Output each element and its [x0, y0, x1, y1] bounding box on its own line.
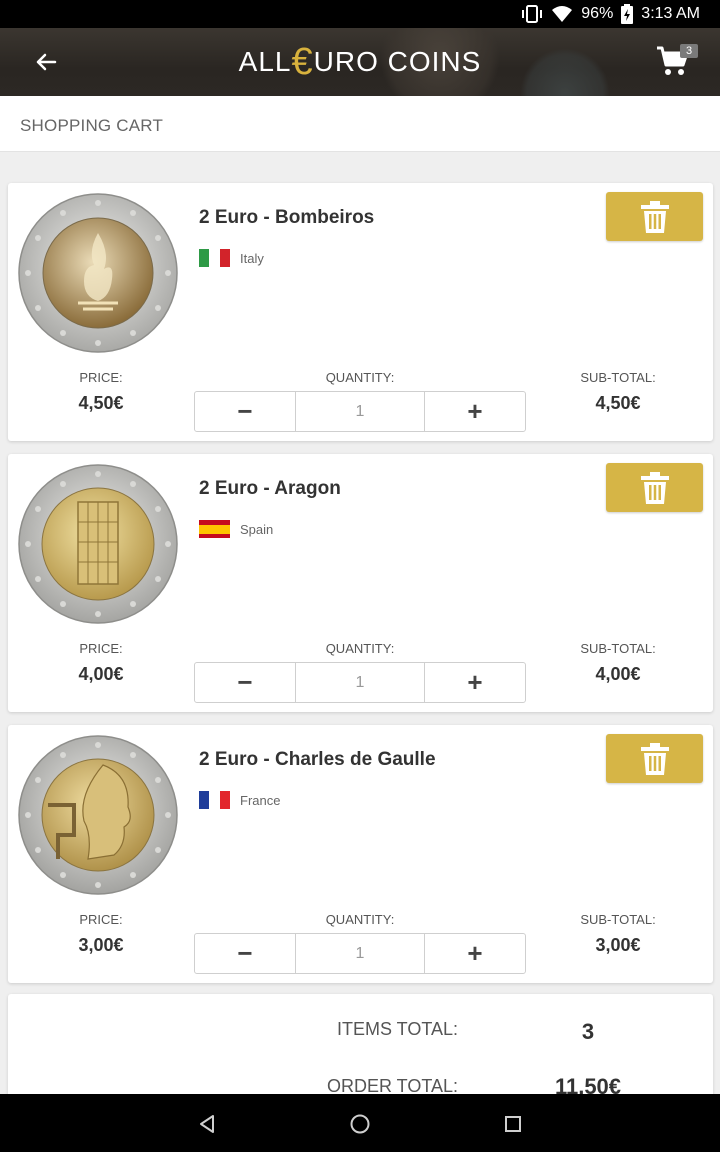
delete-item-button[interactable] — [606, 192, 703, 241]
quantity-input[interactable]: 1 — [295, 392, 425, 431]
clock: 3:13 AM — [641, 5, 700, 22]
item-country: France — [199, 791, 280, 809]
cart-item: 2 Euro - Bombeiros Italy PRICE: 4,50€ QU… — [8, 183, 713, 441]
items-total-label: ITEMS TOTAL: — [336, 1019, 458, 1039]
logo-text-prefix: ALL — [238, 46, 292, 77]
decrease-quantity-button[interactable]: − — [195, 392, 295, 431]
circle-home-icon — [350, 1114, 370, 1134]
item-country: Italy — [199, 249, 264, 267]
country-name: Spain — [240, 521, 274, 537]
cart-item: 2 Euro - Charles de Gaulle France PRICE:… — [8, 725, 713, 983]
app-logo: ALL€URO COINS — [0, 43, 720, 81]
quantity-label: QUANTITY: — [325, 912, 395, 927]
price-value: 4,00€ — [78, 664, 124, 684]
item-title[interactable]: 2 Euro - Bombeiros — [199, 207, 374, 229]
subtotal-value: 4,50€ — [595, 393, 641, 413]
increase-quantity-button[interactable]: + — [425, 392, 525, 431]
quantity-input[interactable]: 1 — [295, 663, 425, 702]
page-title: SHOPPING CART — [0, 96, 720, 152]
app-bar: ALL€URO COINS 3 — [0, 28, 720, 96]
system-navigation-bar — [0, 1094, 720, 1152]
decrease-quantity-button[interactable]: − — [195, 934, 295, 973]
cart-item: 2 Euro - Aragon Spain PRICE: 4,00€ QUANT… — [8, 454, 713, 712]
price-label: PRICE: — [79, 912, 123, 927]
nav-back-button[interactable] — [195, 1112, 219, 1136]
price-label: PRICE: — [79, 370, 123, 385]
increase-quantity-button[interactable]: + — [425, 663, 525, 702]
vibrate-icon — [521, 4, 543, 24]
delete-item-button[interactable] — [606, 734, 703, 783]
wifi-icon — [551, 5, 573, 23]
subtotal-label: SUB-TOTAL: — [580, 912, 656, 927]
country-name: France — [240, 792, 281, 808]
price-value: 3,00€ — [78, 935, 124, 955]
quantity-stepper: − 1 + — [194, 391, 526, 432]
quantity-label: QUANTITY: — [325, 641, 395, 656]
items-total-value: 3 — [581, 1019, 595, 1044]
subtotal-value: 4,00€ — [595, 664, 641, 684]
france-flag-icon — [199, 791, 230, 809]
trash-icon — [640, 742, 669, 775]
cart-count-badge: 3 — [680, 44, 698, 58]
logo-text-suffix: URO COINS — [313, 46, 482, 77]
subtotal-label: SUB-TOTAL: — [580, 370, 656, 385]
quantity-input[interactable]: 1 — [295, 934, 425, 973]
price-value: 4,50€ — [78, 393, 124, 413]
item-title[interactable]: 2 Euro - Charles de Gaulle — [199, 749, 436, 771]
decrease-quantity-button[interactable]: − — [195, 663, 295, 702]
item-title[interactable]: 2 Euro - Aragon — [199, 478, 341, 500]
increase-quantity-button[interactable]: + — [425, 934, 525, 973]
item-country: Spain — [199, 520, 273, 538]
nav-home-button[interactable] — [348, 1112, 372, 1136]
quantity-label: QUANTITY: — [325, 370, 395, 385]
trash-icon — [640, 200, 669, 233]
triangle-back-icon — [200, 1115, 214, 1133]
country-name: Italy — [240, 250, 264, 266]
subtotal-label: SUB-TOTAL: — [580, 641, 656, 656]
quantity-stepper: − 1 + — [194, 933, 526, 974]
price-label: PRICE: — [79, 641, 123, 656]
italy-flag-icon — [199, 249, 230, 267]
delete-item-button[interactable] — [606, 463, 703, 512]
coin-image — [18, 735, 178, 895]
nav-recents-button[interactable] — [501, 1112, 525, 1136]
coin-image — [18, 193, 178, 353]
logo-euro-symbol: € — [291, 41, 314, 83]
status-bar: 96% 3:13 AM — [0, 0, 720, 28]
trash-icon — [640, 471, 669, 504]
spain-flag-icon — [199, 520, 230, 538]
coin-image — [18, 464, 178, 624]
square-recents-icon — [505, 1116, 521, 1132]
battery-percent: 96% — [581, 5, 614, 22]
subtotal-value: 3,00€ — [595, 935, 641, 955]
battery-icon — [621, 4, 634, 24]
quantity-stepper: − 1 + — [194, 662, 526, 703]
